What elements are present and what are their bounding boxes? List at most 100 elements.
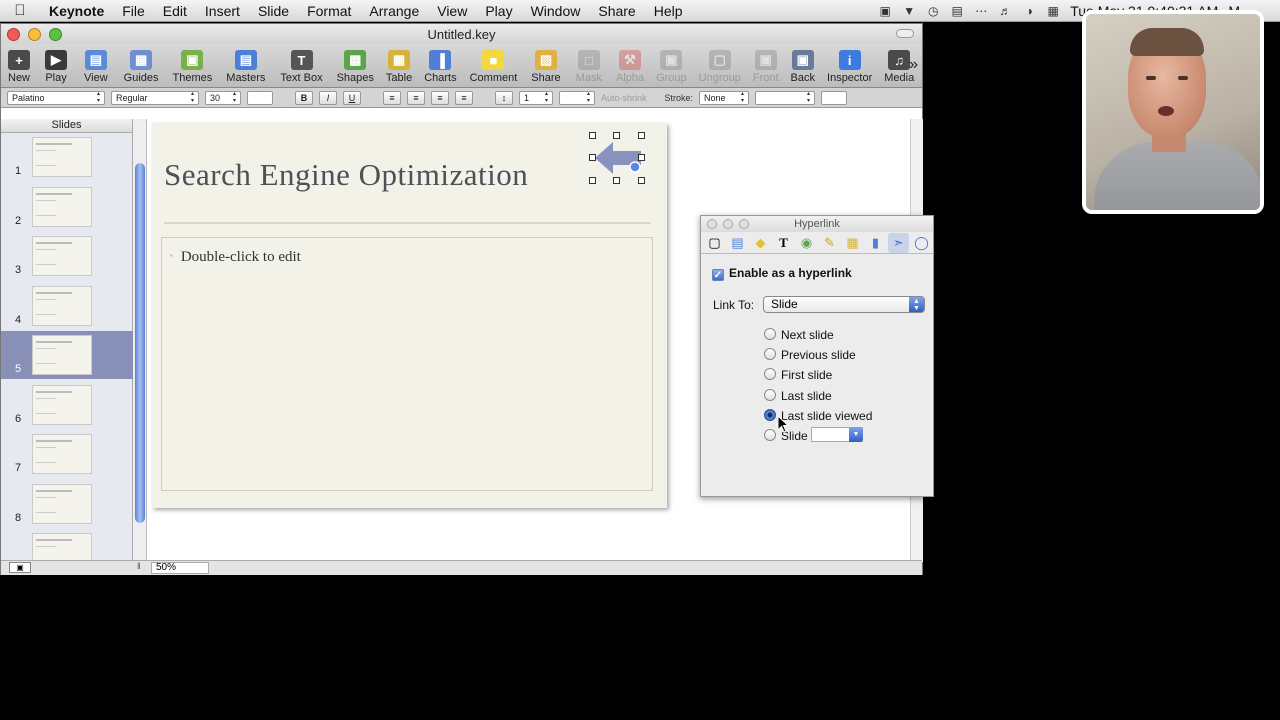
- align-right-icon[interactable]: ≡: [431, 90, 449, 105]
- download-icon[interactable]: ▼: [902, 4, 916, 18]
- radio-button[interactable]: [764, 429, 776, 441]
- italic-button[interactable]: I: [319, 90, 337, 105]
- apple-menu-icon[interactable]: : [0, 2, 40, 19]
- slide-thumbnail-row[interactable]: 1: [1, 133, 133, 181]
- toolbar-back-button[interactable]: ▣ Back: [791, 50, 815, 84]
- slide-number-field[interactable]: ▼: [811, 427, 863, 442]
- volume-icon[interactable]: ♬: [998, 4, 1012, 18]
- slide-thumbnail-row[interactable]: 7: [1, 430, 133, 478]
- radio-button[interactable]: [764, 389, 776, 401]
- stroke-color-well[interactable]: [821, 90, 848, 105]
- left-arrow-icon[interactable]: [595, 140, 641, 176]
- slide-thumbnail-row[interactable]: 3: [1, 232, 133, 280]
- inspector-close-button[interactable]: [707, 219, 717, 229]
- slide-thumbnail-row[interactable]: 5: [1, 331, 133, 379]
- wifi-icon[interactable]: ◑: [1022, 4, 1036, 18]
- slide-thumbnail[interactable]: [32, 186, 92, 227]
- toolbar-play-button[interactable]: ▶ Play: [45, 50, 68, 84]
- resize-handle[interactable]: [613, 177, 620, 184]
- time-machine-icon[interactable]: ◷: [926, 4, 940, 18]
- toolbar-masters-button[interactable]: ▤ Masters: [226, 50, 265, 84]
- resize-handle[interactable]: [589, 154, 596, 161]
- underline-button[interactable]: U: [343, 90, 361, 105]
- menu-format[interactable]: Format: [298, 3, 360, 19]
- toolbar-shapes-button[interactable]: ▩ Shapes: [337, 50, 374, 84]
- toolbar-view-button[interactable]: ▤ View: [84, 50, 108, 84]
- link-to-select[interactable]: Slide ▲ ▼: [763, 296, 925, 313]
- inspector-zoom-button[interactable]: [739, 219, 749, 229]
- menu-edit[interactable]: Edit: [154, 3, 196, 19]
- bold-button[interactable]: B: [295, 90, 313, 105]
- slide-thumbnail-row[interactable]: 6: [1, 381, 133, 429]
- radio-first-slide[interactable]: First slide: [764, 368, 832, 382]
- font-size-select[interactable]: 30: [205, 90, 241, 105]
- selected-arrow-shape[interactable]: [589, 132, 645, 184]
- slide-inspector-icon[interactable]: ▤: [727, 233, 748, 253]
- columns-select[interactable]: [559, 90, 595, 105]
- radio-last-slide[interactable]: Last slide: [764, 389, 832, 403]
- graphic-inspector-icon[interactable]: ◉: [796, 233, 817, 253]
- navigator-scroll-thumb[interactable]: [135, 163, 145, 523]
- slide-thumbnail[interactable]: [32, 335, 92, 375]
- sync-icon[interactable]: ▣: [878, 4, 892, 18]
- text-color-well[interactable]: [247, 90, 273, 105]
- line-spacing-icon[interactable]: ↕: [495, 90, 513, 105]
- text-inspector-icon[interactable]: T: [773, 233, 794, 253]
- menu-view[interactable]: View: [428, 3, 476, 19]
- enable-hyperlink-checkbox[interactable]: ✓ Enable as a hyperlink: [712, 266, 852, 281]
- radio-button[interactable]: [764, 348, 776, 360]
- menu-share[interactable]: Share: [589, 3, 644, 19]
- bluetooth-icon[interactable]: ⋯: [974, 4, 988, 18]
- font-family-select[interactable]: Palatino: [7, 90, 105, 105]
- align-center-icon[interactable]: ≡: [407, 90, 425, 105]
- toolbar-inspector-button[interactable]: i Inspector: [827, 50, 872, 84]
- toolbar-guides-button[interactable]: ▦ Guides: [124, 50, 159, 84]
- slide-thumbnail[interactable]: [32, 285, 92, 326]
- radio-next-slide[interactable]: Next slide: [764, 328, 834, 342]
- toolbar-charts-button[interactable]: ▐ Charts: [424, 50, 457, 84]
- slide-thumbnail-row[interactable]: 2: [1, 183, 133, 231]
- checkmark-icon[interactable]: ✓: [712, 269, 724, 281]
- menu-insert[interactable]: Insert: [196, 3, 249, 19]
- slide-thumbnail-row[interactable]: 8: [1, 480, 133, 528]
- autoshrink-checkbox[interactable]: Auto-shrink: [601, 93, 647, 103]
- toolbar-comment-button[interactable]: ■ Comment: [470, 50, 517, 84]
- toolbar-overflow-icon[interactable]: »: [909, 56, 918, 74]
- align-left-icon[interactable]: ≡: [383, 90, 401, 105]
- line-spacing-select[interactable]: 1: [519, 90, 553, 105]
- toolbar-ungroup-button[interactable]: ▢ Ungroup: [699, 50, 741, 84]
- menu-app[interactable]: Keynote: [40, 3, 113, 19]
- toolbar-mask-button[interactable]: □ Mask: [576, 50, 602, 84]
- slide-thumbnail[interactable]: [32, 137, 92, 177]
- toolbar-alpha-button[interactable]: ⚒ Alpha: [616, 50, 644, 84]
- quicktime-inspector-icon[interactable]: ◯: [911, 233, 932, 253]
- slide-navigator[interactable]: Slides 123456789: [1, 119, 133, 573]
- split-handle-icon[interactable]: ‖: [137, 561, 141, 571]
- toolbar-themes-button[interactable]: ▣ Themes: [173, 50, 212, 84]
- hyperlink-inspector-icon[interactable]: ➣: [888, 232, 909, 253]
- body-placeholder[interactable]: Double-click to edit: [161, 237, 653, 491]
- slide-thumbnail[interactable]: [32, 483, 92, 524]
- resize-handle[interactable]: [613, 132, 620, 139]
- body-text[interactable]: Double-click to edit: [170, 249, 301, 266]
- slide-thumbnail[interactable]: [32, 384, 92, 425]
- current-slide[interactable]: Search Engine Optimization Double-click …: [152, 123, 667, 508]
- resize-handle[interactable]: [589, 177, 596, 184]
- chart-inspector-icon[interactable]: ▮: [865, 233, 886, 253]
- radio-button[interactable]: [764, 328, 776, 340]
- menu-help[interactable]: Help: [645, 3, 692, 19]
- zoom-select[interactable]: 50%: [151, 562, 209, 574]
- toolbar-toggle-button[interactable]: [896, 29, 914, 38]
- navigator-view-icon[interactable]: ▣: [9, 562, 31, 573]
- resize-handle[interactable]: [638, 154, 645, 161]
- stroke-select[interactable]: None: [699, 90, 750, 105]
- menu-window[interactable]: Window: [522, 3, 590, 19]
- menu-file[interactable]: File: [113, 3, 154, 19]
- slide-thumbnail-row[interactable]: 4: [1, 282, 133, 330]
- radio-button[interactable]: [764, 368, 776, 380]
- radio-previous-slide[interactable]: Previous slide: [764, 348, 856, 362]
- stroke-width-select[interactable]: [755, 90, 816, 105]
- display-icon[interactable]: ▤: [950, 4, 964, 18]
- toolbar-text-box-button[interactable]: T Text Box: [280, 50, 323, 84]
- align-justify-icon[interactable]: ≡: [455, 90, 473, 105]
